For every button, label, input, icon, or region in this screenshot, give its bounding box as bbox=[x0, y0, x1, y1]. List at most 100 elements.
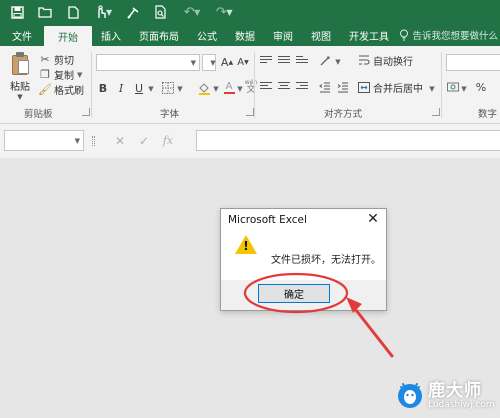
group-divider bbox=[441, 52, 442, 118]
borders-dropdown[interactable]: ▼ bbox=[176, 81, 184, 97]
font-name-select[interactable]: ▼ bbox=[96, 54, 200, 71]
underline-dropdown[interactable]: ▼ bbox=[147, 81, 155, 97]
tab-developer[interactable]: 开发工具 bbox=[340, 24, 398, 46]
formula-input[interactable] bbox=[196, 130, 500, 151]
bold-button[interactable]: B bbox=[96, 80, 110, 96]
paste-button[interactable]: 粘贴 ▼ bbox=[6, 52, 34, 101]
close-icon[interactable]: ✕ bbox=[366, 211, 380, 227]
increase-indent-button[interactable] bbox=[336, 79, 350, 95]
watermark: 鹿大师 Ludashiwj.com bbox=[394, 376, 500, 418]
dialog-launcher-icon[interactable] bbox=[82, 108, 90, 116]
tab-page-layout[interactable]: 页面布局 bbox=[130, 24, 188, 46]
ribbon-tabs: 文件 开始 插入 页面布局 公式 数据 审阅 视图 开发工具 告诉我您想要做什么 bbox=[0, 24, 500, 46]
align-left-icon[interactable] bbox=[260, 82, 272, 92]
dialog-title: Microsoft Excel bbox=[228, 214, 307, 226]
number-format-select[interactable] bbox=[446, 54, 500, 71]
formula-controls: ✕ ✓ fx bbox=[108, 130, 192, 151]
align-center-icon[interactable] bbox=[278, 82, 290, 92]
dialog-message: 文件已损坏，无法打开。 bbox=[271, 255, 381, 266]
bottom-align-icon[interactable] bbox=[296, 56, 308, 66]
merge-center-dropdown[interactable]: ▼ bbox=[428, 81, 436, 97]
chevron-down-icon: ▼ bbox=[77, 70, 83, 79]
merge-center-label: 合并后居中 bbox=[373, 83, 423, 95]
percent-button[interactable]: % bbox=[474, 79, 488, 95]
font-color-swatch bbox=[223, 91, 235, 94]
currency-button[interactable] bbox=[446, 79, 460, 95]
deer-logo-icon bbox=[398, 383, 422, 408]
copy-icon: ❐ bbox=[40, 68, 50, 81]
name-box[interactable]: ▼ bbox=[4, 130, 84, 151]
ribbon-home: 粘贴 ▼ ✂ 剪切 ❐ 复制 ▼ 🖌 格式刷 剪贴板 ▼ ▼ A ▲ A ▼ B I U ▼… bbox=[0, 46, 500, 124]
copy-button[interactable]: ❐ 复制 ▼ bbox=[38, 67, 84, 82]
shrink-font-label: A bbox=[237, 56, 245, 68]
tab-data[interactable]: 数据 bbox=[226, 24, 264, 46]
grow-font-button[interactable]: A ▲ bbox=[220, 54, 234, 70]
tab-formulas[interactable]: 公式 bbox=[188, 24, 226, 46]
new-file-icon[interactable] bbox=[62, 2, 84, 22]
clipboard-icon bbox=[10, 52, 30, 76]
chevron-down-icon[interactable]: ▼ bbox=[226, 8, 232, 17]
dialog-launcher-icon[interactable] bbox=[246, 108, 254, 116]
shrink-font-button[interactable]: A ▼ bbox=[236, 54, 250, 70]
insert-function-icon[interactable]: fx bbox=[156, 134, 180, 147]
orientation-dropdown[interactable]: ▼ bbox=[334, 54, 342, 70]
number-group-label: 数字 bbox=[478, 109, 498, 120]
lightbulb-icon bbox=[400, 29, 409, 41]
tell-me-search[interactable]: 告诉我您想要做什么 bbox=[399, 24, 500, 46]
enter-icon[interactable]: ✓ bbox=[132, 134, 156, 148]
border-grid-icon bbox=[162, 82, 174, 94]
format-painter-button[interactable]: 🖌 格式刷 bbox=[38, 82, 84, 97]
alignment-group-label: 对齐方式 bbox=[324, 109, 363, 120]
font-size-caret[interactable]: ▼ bbox=[208, 55, 218, 71]
font-color-button[interactable]: A bbox=[222, 79, 236, 95]
group-divider bbox=[91, 52, 92, 118]
fill-color-button[interactable] bbox=[196, 80, 212, 96]
tab-review[interactable]: 审阅 bbox=[264, 24, 302, 46]
underline-label: U bbox=[134, 81, 144, 95]
watermark-url: Ludashiwj.com bbox=[428, 400, 495, 410]
font-color-dropdown[interactable]: ▼ bbox=[236, 81, 244, 97]
bold-label: B bbox=[98, 81, 108, 95]
decrease-indent-icon bbox=[319, 81, 330, 93]
save-icon[interactable] bbox=[6, 2, 28, 22]
phonetic-button[interactable]: wén 文 bbox=[244, 79, 258, 95]
formula-bar-grip[interactable] bbox=[92, 136, 95, 146]
dialog-launcher-icon[interactable] bbox=[432, 108, 440, 116]
chevron-down-icon[interactable]: ▼ bbox=[194, 8, 200, 17]
cut-button[interactable]: ✂ 剪切 bbox=[38, 52, 84, 67]
formula-bar: ▼ ✕ ✓ fx bbox=[0, 124, 500, 158]
font-color-label: A bbox=[225, 80, 233, 92]
orientation-button[interactable] bbox=[318, 53, 334, 69]
tab-view[interactable]: 视图 bbox=[302, 24, 340, 46]
currency-icon bbox=[447, 82, 459, 92]
copy-label: 复制 bbox=[54, 71, 74, 82]
italic-label: I bbox=[118, 81, 124, 95]
top-align-icon[interactable] bbox=[260, 56, 272, 66]
chevron-down-icon: ▼ bbox=[190, 59, 196, 67]
merge-center-button[interactable]: 合并后居中 bbox=[358, 79, 432, 95]
watermark-name: 鹿大师 bbox=[428, 381, 482, 401]
print-preview-icon[interactable] bbox=[150, 2, 172, 22]
quick-access-toolbar: ▼ ↶ ▼ ↷ ▼ bbox=[0, 0, 500, 24]
borders-button[interactable] bbox=[160, 80, 176, 96]
open-folder-icon[interactable] bbox=[34, 2, 56, 22]
cancel-icon[interactable]: ✕ bbox=[108, 134, 132, 148]
decrease-indent-button[interactable] bbox=[318, 79, 332, 95]
format-painter-icon[interactable] bbox=[122, 2, 144, 22]
tab-home[interactable]: 开始 bbox=[44, 26, 92, 46]
chevron-down-icon[interactable]: ▼ bbox=[106, 8, 112, 17]
currency-dropdown[interactable]: ▼ bbox=[460, 81, 468, 97]
align-right-icon[interactable] bbox=[296, 82, 308, 92]
tell-me-text: 告诉我您想要做什么 bbox=[412, 31, 498, 42]
italic-button[interactable]: I bbox=[114, 80, 128, 96]
wrap-text-button[interactable]: 自动换行 bbox=[358, 52, 422, 68]
tab-insert[interactable]: 插入 bbox=[92, 24, 130, 46]
clipboard-group-label: 剪贴板 bbox=[24, 109, 53, 120]
middle-align-icon[interactable] bbox=[278, 56, 290, 66]
underline-button[interactable]: U bbox=[132, 80, 146, 96]
fill-color-dropdown[interactable]: ▼ bbox=[212, 81, 220, 97]
tab-file[interactable]: 文件 bbox=[0, 24, 44, 46]
ok-button[interactable]: 确定 bbox=[258, 284, 330, 303]
paintbrush-icon: 🖌 bbox=[38, 83, 52, 96]
merge-cells-icon bbox=[358, 81, 370, 93]
